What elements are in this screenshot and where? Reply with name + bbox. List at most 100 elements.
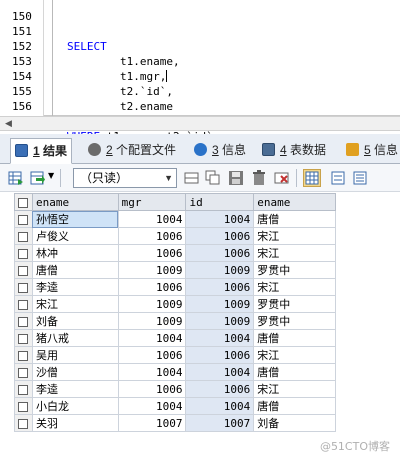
grid-import-icon[interactable] xyxy=(30,170,46,186)
row-checkbox[interactable] xyxy=(14,329,33,347)
cell-ename[interactable]: 刘备 xyxy=(31,312,119,330)
cell-ename-2[interactable]: 唐僧 xyxy=(253,363,336,381)
sql-editor[interactable]: 150 151 SELECT 152 t1.ename, 153 t1.mgr,… xyxy=(0,0,400,143)
cell-id[interactable]: 1006 xyxy=(185,227,255,245)
grid-view-icon[interactable] xyxy=(303,169,321,187)
cell-mgr[interactable]: 1009 xyxy=(117,261,187,279)
cancel-changes-icon[interactable] xyxy=(274,170,290,186)
cell-mgr[interactable]: 1007 xyxy=(117,414,187,432)
cell-id[interactable]: 1006 xyxy=(185,278,255,296)
cell-ename[interactable]: 孙悟空 xyxy=(31,210,119,228)
table-row[interactable]: 孙悟空 1004 1004 唐僧 xyxy=(14,210,336,228)
row-checkbox[interactable] xyxy=(14,312,33,330)
cell-id[interactable]: 1004 xyxy=(185,210,255,228)
column-header-id[interactable]: id xyxy=(185,193,255,211)
cell-ename[interactable]: 关羽 xyxy=(31,414,119,432)
horizontal-scrollbar[interactable]: ◀ xyxy=(0,116,400,131)
read-only-mode-select[interactable]: （只读） ▼ xyxy=(73,168,177,188)
save-icon[interactable] xyxy=(228,170,244,186)
tab-info-2[interactable]: 5 信息 xyxy=(342,138,400,164)
column-header-ename-2[interactable]: ename xyxy=(253,193,336,211)
chevron-down-icon[interactable]: ▼ xyxy=(48,171,54,180)
row-checkbox[interactable] xyxy=(14,295,33,313)
table-row[interactable]: 吴用 1006 1006 宋江 xyxy=(14,346,336,364)
cell-ename[interactable]: 吴用 xyxy=(31,346,119,364)
table-row[interactable]: 卢俊义 1006 1006 宋江 xyxy=(14,227,336,245)
cell-ename[interactable]: 李逵 xyxy=(31,278,119,296)
cell-ename-2[interactable]: 刘备 xyxy=(253,414,336,432)
cell-ename-2[interactable]: 宋江 xyxy=(253,227,336,245)
duplicate-row-icon[interactable] xyxy=(205,170,221,186)
table-row[interactable]: 猪八戒 1004 1004 唐僧 xyxy=(14,329,336,347)
cell-id[interactable]: 1009 xyxy=(185,312,255,330)
cell-mgr[interactable]: 1004 xyxy=(117,397,187,415)
cell-ename-2[interactable]: 唐僧 xyxy=(253,397,336,415)
row-checkbox[interactable] xyxy=(14,244,33,262)
tab-table-data[interactable]: 4 表数据 xyxy=(258,138,330,164)
tab-info[interactable]: 3 信息 xyxy=(190,138,250,164)
table-row[interactable]: 小白龙 1004 1004 唐僧 xyxy=(14,397,336,415)
cell-ename[interactable]: 林冲 xyxy=(31,244,119,262)
row-checkbox[interactable] xyxy=(14,380,33,398)
table-row[interactable]: 关羽 1007 1007 刘备 xyxy=(14,414,336,432)
cell-mgr[interactable]: 1006 xyxy=(117,244,187,262)
cell-mgr[interactable]: 1006 xyxy=(117,278,187,296)
delete-icon[interactable] xyxy=(251,170,267,186)
row-checkbox[interactable] xyxy=(14,227,33,245)
cell-id[interactable]: 1007 xyxy=(185,414,255,432)
cell-mgr[interactable]: 1004 xyxy=(117,363,187,381)
cell-ename-2[interactable]: 宋江 xyxy=(253,244,336,262)
cell-id[interactable]: 1006 xyxy=(185,380,255,398)
cell-ename[interactable]: 小白龙 xyxy=(31,397,119,415)
cell-mgr[interactable]: 1009 xyxy=(117,312,187,330)
cell-ename-2[interactable]: 罗贯中 xyxy=(253,295,336,313)
cell-id[interactable]: 1006 xyxy=(185,244,255,262)
text-view-icon[interactable] xyxy=(352,170,368,186)
cell-id[interactable]: 1004 xyxy=(185,363,255,381)
row-checkbox[interactable] xyxy=(14,261,33,279)
row-checkbox[interactable] xyxy=(14,346,33,364)
cell-ename[interactable]: 宋江 xyxy=(31,295,119,313)
row-checkbox[interactable] xyxy=(14,397,33,415)
cell-ename[interactable]: 卢俊义 xyxy=(31,227,119,245)
table-row[interactable]: 刘备 1009 1009 罗贯中 xyxy=(14,312,336,330)
row-checkbox[interactable] xyxy=(14,363,33,381)
cell-mgr[interactable]: 1006 xyxy=(117,346,187,364)
select-all-checkbox[interactable] xyxy=(14,193,33,211)
cell-ename-2[interactable]: 罗贯中 xyxy=(253,261,336,279)
cell-ename[interactable]: 唐僧 xyxy=(31,261,119,279)
cell-id[interactable]: 1006 xyxy=(185,346,255,364)
form-view-icon[interactable] xyxy=(330,170,346,186)
cell-mgr[interactable]: 1009 xyxy=(117,295,187,313)
cell-mgr[interactable]: 1006 xyxy=(117,227,187,245)
cell-ename-2[interactable]: 唐僧 xyxy=(253,210,336,228)
cell-ename[interactable]: 沙僧 xyxy=(31,363,119,381)
table-row[interactable]: 唐僧 1009 1009 罗贯中 xyxy=(14,261,336,279)
cell-id[interactable]: 1004 xyxy=(185,397,255,415)
cell-ename[interactable]: 李逵 xyxy=(31,380,119,398)
table-row[interactable]: 林冲 1006 1006 宋江 xyxy=(14,244,336,262)
cell-id[interactable]: 1004 xyxy=(185,329,255,347)
cell-ename-2[interactable]: 宋江 xyxy=(253,346,336,364)
cell-ename-2[interactable]: 唐僧 xyxy=(253,329,336,347)
row-checkbox[interactable] xyxy=(14,210,33,228)
scroll-left-icon[interactable]: ◀ xyxy=(2,118,15,130)
table-row[interactable]: 李逵 1006 1006 宋江 xyxy=(14,380,336,398)
table-row[interactable]: 李逵 1006 1006 宋江 xyxy=(14,278,336,296)
cell-mgr[interactable]: 1004 xyxy=(117,329,187,347)
table-row[interactable]: 宋江 1009 1009 罗贯中 xyxy=(14,295,336,313)
result-grid[interactable]: ename mgr id ename 孙悟空 1004 1004 唐僧 卢俊义 1006 1… xyxy=(14,193,336,432)
grid-export-icon[interactable] xyxy=(8,170,24,186)
cell-id[interactable]: 1009 xyxy=(185,261,255,279)
cell-ename[interactable]: 猪八戒 xyxy=(31,329,119,347)
table-row[interactable]: 沙僧 1004 1004 唐僧 xyxy=(14,363,336,381)
insert-row-icon[interactable] xyxy=(184,170,200,186)
column-header-mgr[interactable]: mgr xyxy=(117,193,187,211)
cell-ename-2[interactable]: 宋江 xyxy=(253,278,336,296)
cell-ename-2[interactable]: 宋江 xyxy=(253,380,336,398)
row-checkbox[interactable] xyxy=(14,414,33,432)
cell-id[interactable]: 1009 xyxy=(185,295,255,313)
tab-results[interactable]: 1 结果 xyxy=(10,138,73,164)
tab-profiles[interactable]: 2 个配置文件 xyxy=(84,138,180,164)
column-header-ename[interactable]: ename xyxy=(31,193,119,211)
